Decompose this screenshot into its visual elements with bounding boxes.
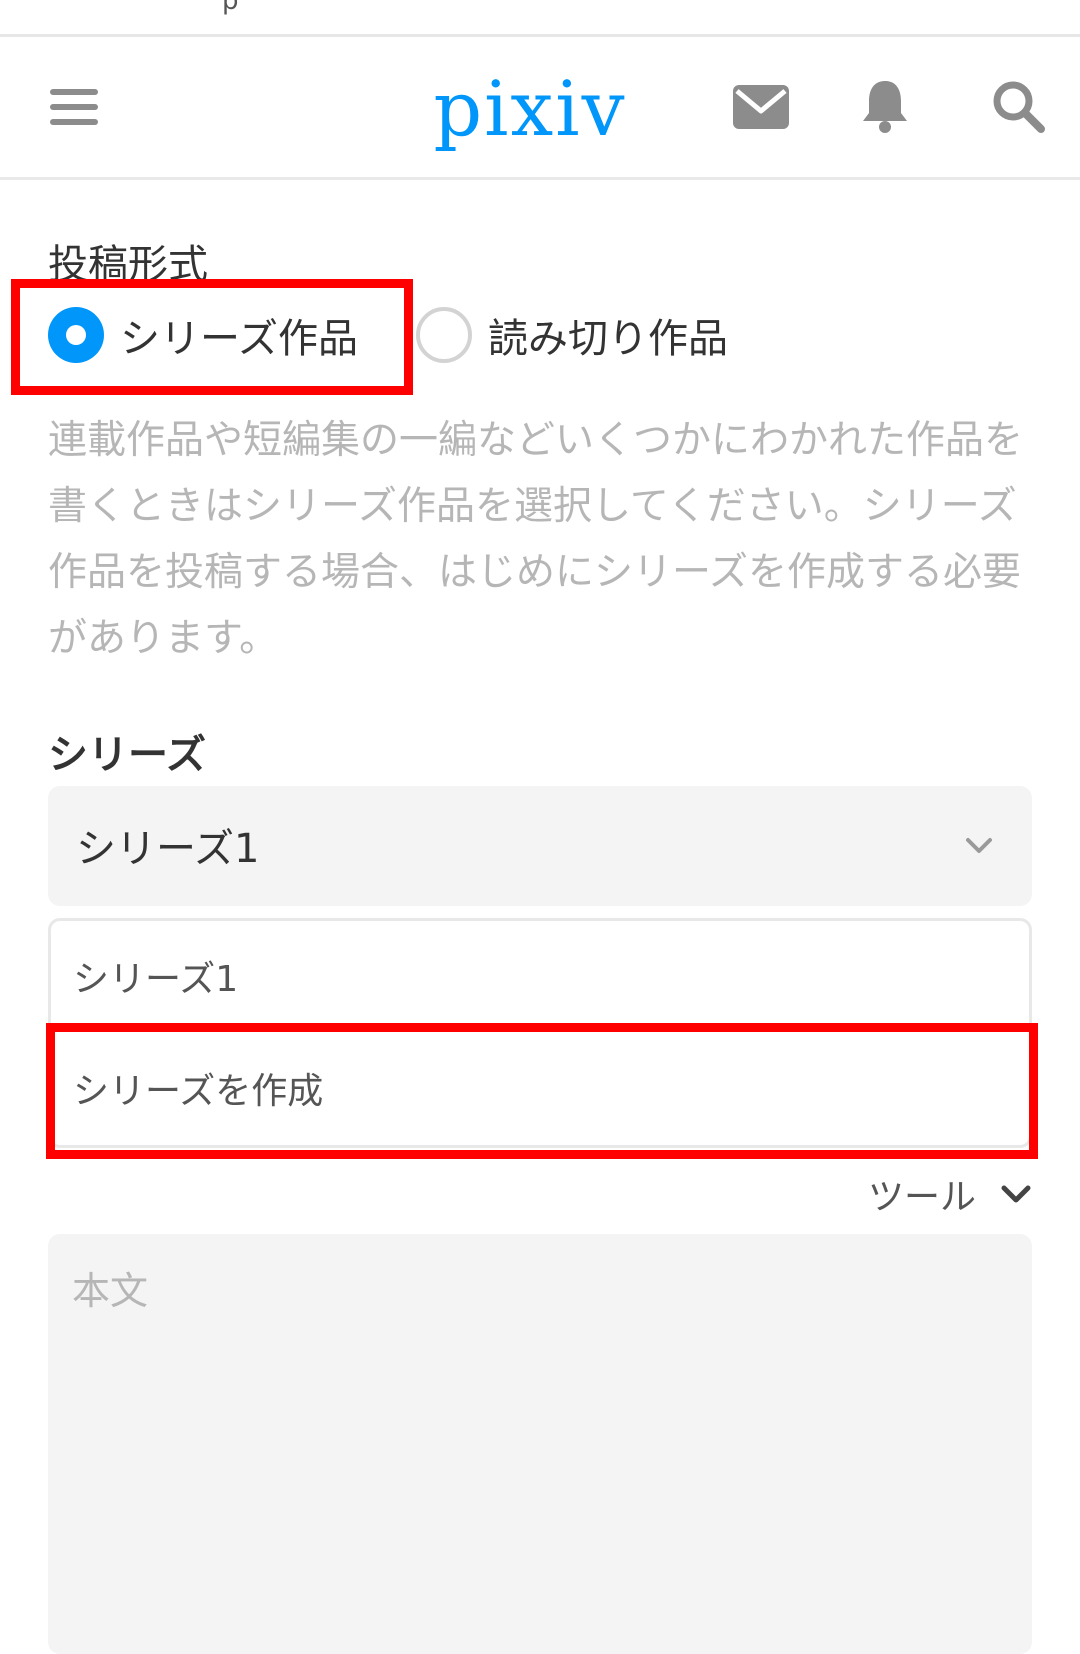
tools-toggle[interactable]: ツール [868,1172,1032,1218]
menu-button[interactable] [40,72,110,142]
app-header: pixiv [0,37,1080,180]
post-type-description: 連載作品や短編集の一編などいくつかにわかれた作品を書くときはシリーズ作品を選択し… [48,418,1024,661]
status-bar-text: p [222,0,239,16]
series-dropdown-list: シリーズ1 シリーズを作成 [48,918,1032,1148]
radio-oneshot-work[interactable]: 読み切り作品 [416,302,728,368]
radio-checked-icon [48,307,104,363]
bell-icon [863,81,907,133]
radio-series-work[interactable]: シリーズ作品 [48,302,358,368]
hamburger-menu-icon [50,89,98,125]
chevron-down-icon [1001,1185,1031,1203]
search-icon [993,81,1045,133]
chevron-down-icon [966,838,992,853]
dropdown-option-series-1[interactable]: シリーズ1 [51,921,1029,1031]
post-type-heading: 投稿形式 [48,242,208,288]
notifications-button[interactable] [850,72,920,142]
dropdown-option-create-series[interactable]: シリーズを作成 [51,1033,1029,1143]
radio-unchecked-icon [416,307,472,363]
body-text-input[interactable] [48,1234,1032,1654]
mail-icon [733,85,789,129]
series-heading: シリーズ [48,732,206,778]
tools-label: ツール [867,1177,976,1218]
radio-oneshot-label: 読み切り作品 [488,316,728,362]
messages-button[interactable] [726,72,796,142]
series-select-value: シリーズ1 [76,826,260,872]
radio-series-label: シリーズ作品 [120,316,358,362]
pixiv-logo[interactable]: pixiv [430,67,630,151]
series-select[interactable]: シリーズ1 [48,786,1032,906]
search-button[interactable] [984,72,1054,142]
status-bar: p [0,0,1080,37]
